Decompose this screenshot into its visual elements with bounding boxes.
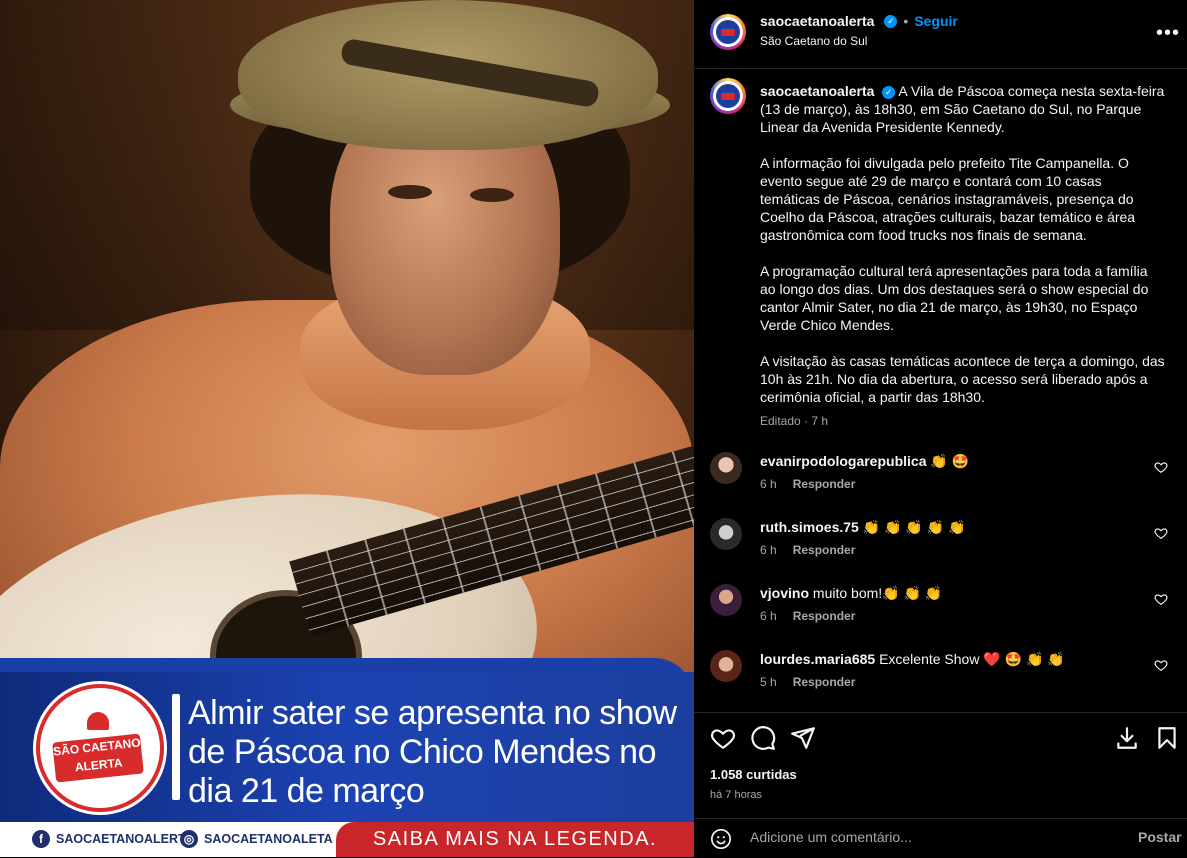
- reply-button[interactable]: Responder: [793, 609, 856, 623]
- likes-count[interactable]: 1.058 curtidas: [710, 767, 797, 782]
- comment-text-row: lourdes.maria685 Excelente Show ❤️ 🤩 👏 👏: [760, 650, 1140, 668]
- siren-icon: [87, 712, 109, 730]
- commenter-username[interactable]: ruth.simoes.75: [760, 519, 859, 535]
- post-side-panel: saocaetanoalerta ✓ • Seguir São Caetano …: [694, 0, 1187, 857]
- comment-body: 👏 👏 👏 👏 👏: [862, 519, 966, 535]
- commenter-username[interactable]: lourdes.maria685: [760, 651, 875, 667]
- cta-banner: SAIBA MAIS NA LEGENDA.: [336, 822, 694, 857]
- caption-username[interactable]: saocaetanoalerta: [760, 83, 874, 99]
- comment-time: 6 h: [760, 609, 777, 623]
- comment-like-heart-icon[interactable]: [1154, 526, 1168, 540]
- comment-body: Excelente Show ❤️ 🤩 👏 👏: [879, 651, 1065, 667]
- add-comment-bar: Adicione um comentário... Postar: [694, 818, 1187, 858]
- comment-item: lourdes.maria685 Excelente Show ❤️ 🤩 👏 👏…: [710, 650, 1170, 706]
- comment-meta: 5 h Responder: [760, 675, 855, 689]
- author-name-row: saocaetanoalerta ✓ • Seguir: [760, 13, 958, 29]
- caption-paragraph-4: A visitação às casas temáticas acontece …: [760, 353, 1165, 405]
- download-icon[interactable]: [1114, 725, 1140, 751]
- post-header: saocaetanoalerta ✓ • Seguir São Caetano …: [694, 0, 1187, 69]
- commenter-avatar[interactable]: [710, 452, 742, 484]
- headline-text: Almir sater se apresenta no show de Pásc…: [188, 694, 677, 810]
- comment-text-row: ruth.simoes.75 👏 👏 👏 👏 👏: [760, 518, 1140, 536]
- comment-meta: 6 h Responder: [760, 609, 855, 623]
- location-link[interactable]: São Caetano do Sul: [760, 34, 867, 48]
- instagram-handle-text: SAOCAETANOALETA: [204, 832, 333, 846]
- commenter-username[interactable]: evanirpodologarepublica: [760, 453, 926, 469]
- comment-input[interactable]: Adicione um comentário...: [750, 829, 912, 845]
- caption-paragraph-3: A programação cultural terá apresentaçõe…: [760, 263, 1149, 333]
- caption-author-avatar[interactable]: [710, 78, 746, 114]
- post-comment-button[interactable]: Postar: [1138, 829, 1182, 845]
- verified-badge-icon: ✓: [884, 14, 898, 28]
- share-send-icon[interactable]: [790, 725, 816, 751]
- save-bookmark-icon[interactable]: [1154, 725, 1180, 751]
- instagram-handle: ◎ SAOCAETANOALETA: [180, 828, 333, 850]
- reply-button[interactable]: Responder: [793, 675, 856, 689]
- facebook-handle-text: SAOCAETANOALERTA: [56, 832, 194, 846]
- reply-button[interactable]: Responder: [793, 543, 856, 557]
- post-caption: saocaetanoalerta ✓ A Vila de Páscoa come…: [760, 82, 1165, 424]
- caption-paragraph-2: A informação foi divulgada pelo prefeito…: [760, 155, 1136, 243]
- comment-item: evanirpodologarepublica 👏 🤩 6 h Responde…: [710, 452, 1170, 508]
- post-image[interactable]: SÃO CAETANO ALERTA Almir sater se aprese…: [0, 0, 694, 857]
- headline-divider: [172, 694, 180, 800]
- comment-meta: 6 h Responder: [760, 543, 855, 557]
- post-age: há 7 horas: [710, 789, 762, 801]
- header-separator: •: [903, 13, 909, 29]
- author-avatar[interactable]: [710, 14, 746, 50]
- comment-bubble-icon[interactable]: [750, 725, 776, 751]
- commenter-username[interactable]: vjovino: [760, 585, 809, 601]
- instagram-post-view: SÃO CAETANO ALERTA Almir sater se aprese…: [0, 0, 1187, 857]
- comment-time: 6 h: [760, 477, 777, 491]
- follow-button[interactable]: Seguir: [914, 13, 958, 29]
- author-username[interactable]: saocaetanoalerta: [760, 13, 874, 29]
- caption-meta: Editado · 7 h: [760, 414, 829, 428]
- comment-text-row: vjovino muito bom!👏 👏 👏: [760, 584, 1140, 602]
- emoji-icon[interactable]: [710, 828, 732, 850]
- comment-body: muito bom!👏 👏 👏: [812, 585, 943, 601]
- comment-time: 5 h: [760, 675, 777, 689]
- right-eye: [470, 188, 514, 202]
- facebook-icon: f: [32, 830, 50, 848]
- commenter-avatar[interactable]: [710, 518, 742, 550]
- comment-like-heart-icon[interactable]: [1154, 460, 1168, 474]
- commenter-avatar[interactable]: [710, 584, 742, 616]
- comment-item: ruth.simoes.75 👏 👏 👏 👏 👏 6 h Responder: [710, 518, 1170, 574]
- comment-text-row: evanirpodologarepublica 👏 🤩: [760, 452, 1140, 470]
- comment-body: 👏 🤩: [930, 453, 970, 469]
- comment-time: 6 h: [760, 543, 777, 557]
- comment-item: vjovino muito bom!👏 👏 👏 6 h Responder: [710, 584, 1170, 640]
- commenter-avatar[interactable]: [710, 650, 742, 682]
- facebook-handle: f SAOCAETANOALERTA: [32, 828, 194, 850]
- instagram-icon: ◎: [180, 830, 198, 848]
- comment-like-heart-icon[interactable]: [1154, 658, 1168, 672]
- comment-like-heart-icon[interactable]: [1154, 592, 1168, 606]
- more-options-icon[interactable]: •••: [1156, 22, 1180, 45]
- like-heart-icon[interactable]: [710, 725, 736, 751]
- caption-verified-badge-icon: ✓: [882, 85, 896, 99]
- reply-button[interactable]: Responder: [793, 477, 856, 491]
- post-actions: 1.058 curtidas há 7 horas: [694, 712, 1187, 829]
- comment-meta: 6 h Responder: [760, 477, 855, 491]
- left-eye: [388, 185, 432, 199]
